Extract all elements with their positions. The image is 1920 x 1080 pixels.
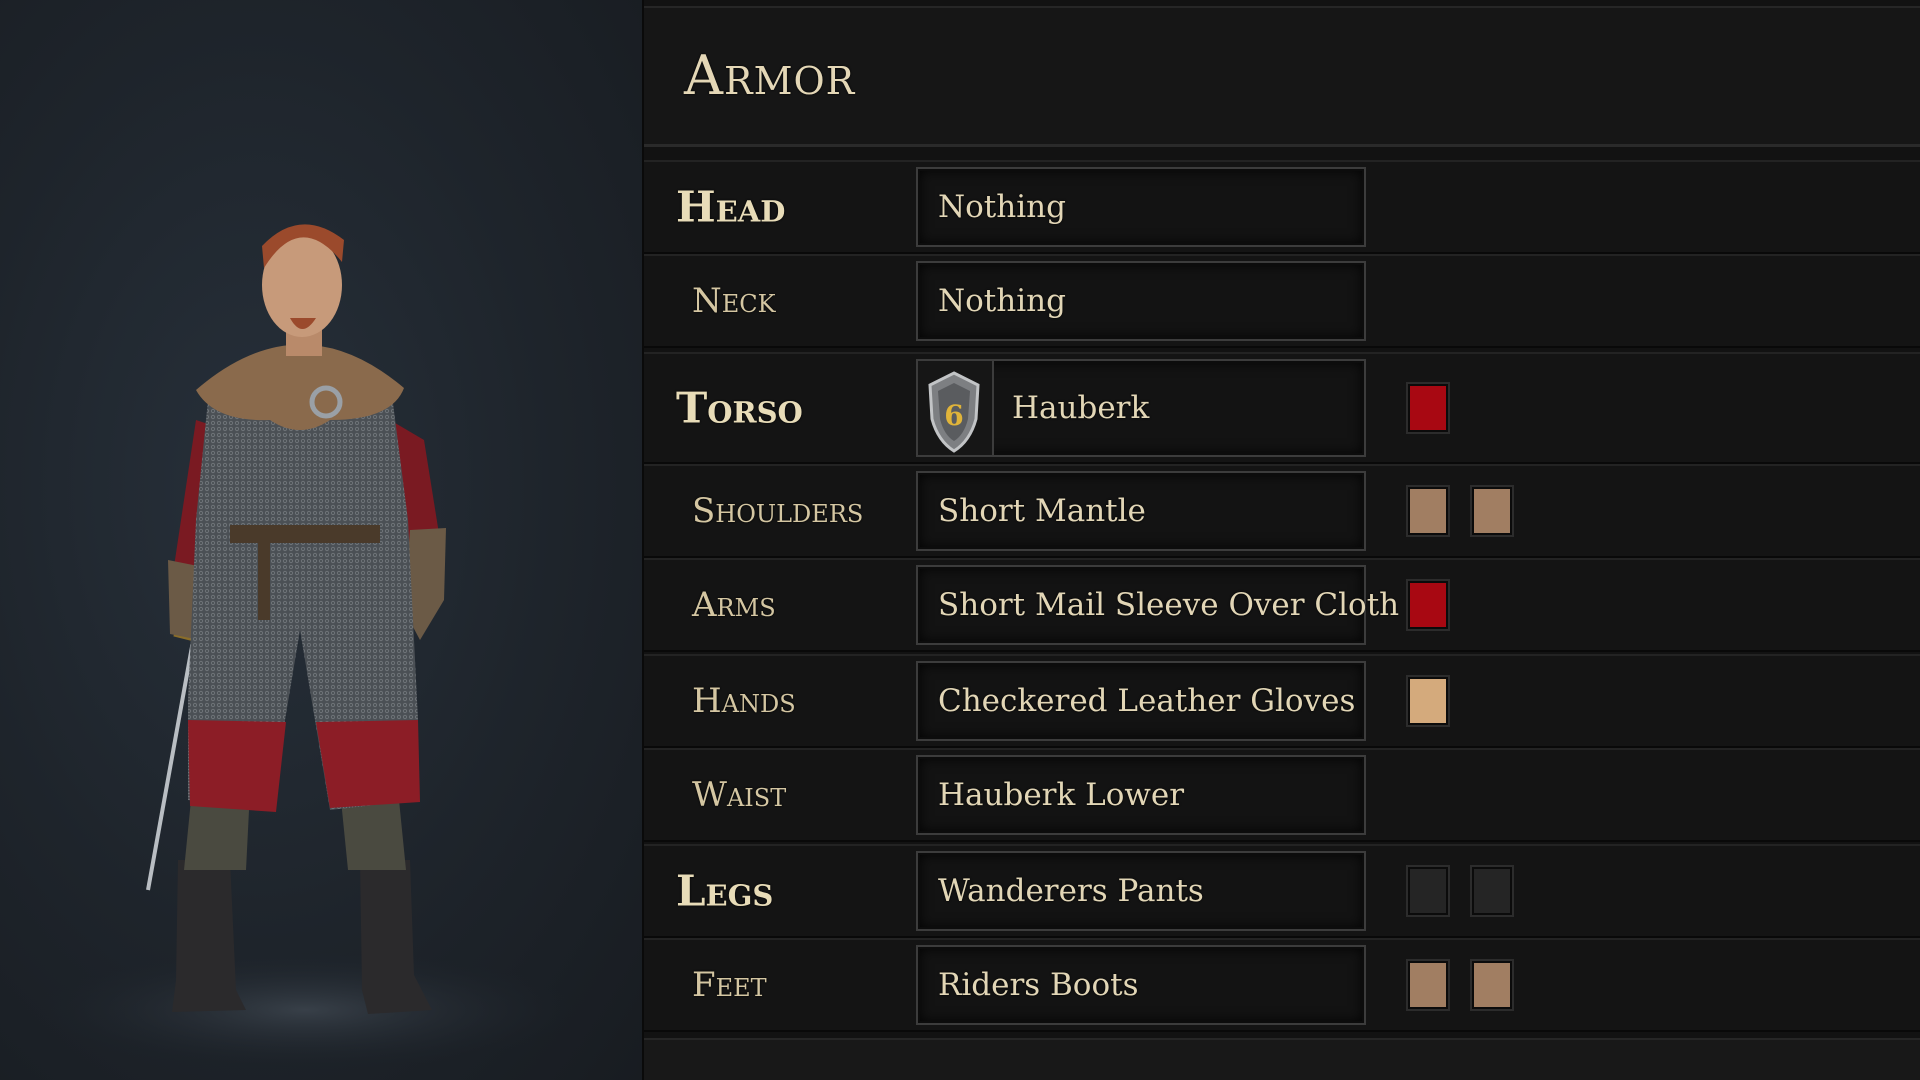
slot-label-neck: Neck <box>692 281 776 321</box>
color-swatch-shoulders-2[interactable] <box>1470 485 1514 537</box>
slot-row-hands: Hands Checkered Leather Gloves <box>644 654 1920 748</box>
color-swatch-arms-1[interactable] <box>1406 579 1450 631</box>
slot-row-legs: Legs Wanderers Pants <box>644 844 1920 938</box>
slot-item-feet[interactable]: Riders Boots <box>916 945 1366 1025</box>
slot-item-name: Hauberk <box>1012 390 1150 426</box>
slot-label-hands: Hands <box>692 681 796 721</box>
slot-label-head: Head <box>676 182 786 232</box>
color-swatch-feet-1[interactable] <box>1406 959 1450 1011</box>
slot-label-legs: Legs <box>676 866 774 916</box>
character-preview[interactable] <box>0 0 642 1080</box>
color-swatch-shoulders-1[interactable] <box>1406 485 1450 537</box>
slot-item-neck[interactable]: Nothing <box>916 261 1366 341</box>
slot-item-shoulders[interactable]: Short Mantle <box>916 471 1366 551</box>
slot-label-waist: Waist <box>692 775 787 815</box>
slot-item-name: Checkered Leather Gloves <box>938 683 1356 719</box>
slot-row-arms: Arms Short Mail Sleeve Over Cloth <box>644 558 1920 652</box>
color-swatch-torso-1[interactable] <box>1406 382 1450 434</box>
slot-item-arms[interactable]: Short Mail Sleeve Over Cloth <box>916 565 1399 645</box>
slot-item-name: Riders Boots <box>938 967 1139 1003</box>
slot-item-torso[interactable]: 6 Hauberk <box>916 359 1366 457</box>
slot-item-name: Hauberk Lower <box>938 777 1185 813</box>
slot-item-head[interactable]: Nothing <box>916 167 1366 247</box>
slot-label-shoulders: Shoulders <box>692 491 864 531</box>
armor-screen: Armor Head Nothing Neck Nothing Torso 6 Hauber… <box>0 0 1920 1080</box>
panel-footer <box>644 1038 1920 1080</box>
slot-label-arms: Arms <box>692 585 776 625</box>
slot-item-name: Nothing <box>938 189 1066 225</box>
slot-item-name: Nothing <box>938 283 1066 319</box>
panel-header: Armor <box>644 6 1920 147</box>
slot-item-name: Short Mail Sleeve Over Cloth <box>938 587 1400 623</box>
slot-item-name: Short Mantle <box>938 493 1146 529</box>
slot-item-waist[interactable]: Hauberk Lower <box>916 755 1366 835</box>
slot-row-shoulders: Shoulders Short Mantle <box>644 464 1920 558</box>
shield-icon: 6 <box>918 361 994 455</box>
slot-row-torso: Torso 6 Hauberk <box>644 352 1920 464</box>
slot-row-waist: Waist Hauberk Lower <box>644 748 1920 842</box>
slot-row-neck: Neck Nothing <box>644 254 1920 348</box>
armor-panel: Armor Head Nothing Neck Nothing Torso 6 Hauber… <box>642 0 1920 1080</box>
tier-number: 6 <box>944 399 963 432</box>
color-swatch-legs-1[interactable] <box>1406 865 1450 917</box>
color-swatch-feet-2[interactable] <box>1470 959 1514 1011</box>
slot-label-feet: Feet <box>692 965 767 1005</box>
slot-item-name: Wanderers Pants <box>938 873 1204 909</box>
slot-item-hands[interactable]: Checkered Leather Gloves <box>916 661 1366 741</box>
panel-title: Armor <box>684 44 856 107</box>
slot-row-feet: Feet Riders Boots <box>644 938 1920 1032</box>
slot-label-torso: Torso <box>676 383 803 433</box>
color-swatch-legs-2[interactable] <box>1470 865 1514 917</box>
slot-row-head: Head Nothing <box>644 160 1920 254</box>
character-model <box>35 224 575 1070</box>
color-swatch-hands-1[interactable] <box>1406 675 1450 727</box>
slot-item-legs[interactable]: Wanderers Pants <box>916 851 1366 931</box>
